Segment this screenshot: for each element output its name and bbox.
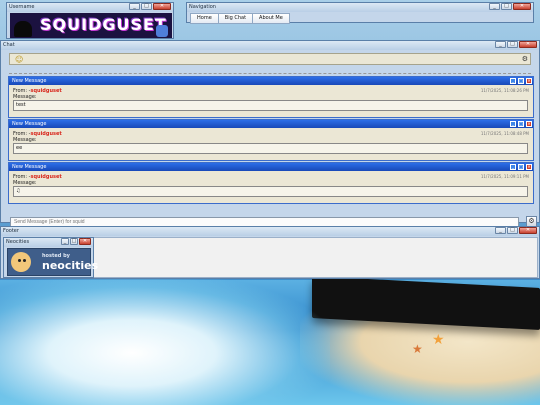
message-timestamp: 11/7/2025, 11:08:48 PM	[480, 131, 529, 136]
neocities-cat-icon	[11, 252, 31, 272]
message-title: New Message	[12, 164, 47, 170]
message-window: New Message _ □ ✕ From: -squidguset 11/7…	[8, 119, 534, 161]
username-window: Username _ □ ✕ SQUIDGUSET	[6, 2, 174, 39]
chat-body: ☺ ⚙ New Message _ □ ✕ From: -squidguset …	[4, 51, 538, 227]
nav-about-me-button[interactable]: About Me	[253, 14, 289, 23]
window-titlebar[interactable]: Neocities _ □ ✕	[4, 238, 93, 247]
neocities-brand: neocities	[42, 259, 99, 272]
gear-icon[interactable]: ⚙	[522, 55, 528, 63]
maximize-button[interactable]: □	[141, 3, 152, 10]
message-body: test	[13, 100, 528, 111]
minimize-button[interactable]: _	[495, 227, 506, 234]
close-button[interactable]: ✕	[526, 121, 532, 127]
close-button[interactable]: ✕	[513, 3, 531, 10]
minimize-button[interactable]: _	[61, 238, 69, 245]
message-titlebar[interactable]: New Message _ □ ✕	[9, 163, 533, 171]
message-window: New Message _ □ ✕ From: -squidguset 11/7…	[8, 76, 534, 118]
logo-creature-icon	[156, 25, 168, 37]
message-title: New Message	[12, 121, 47, 127]
close-button[interactable]: ✕	[79, 238, 91, 245]
maximize-button[interactable]: □	[507, 227, 518, 234]
maximize-button[interactable]: □	[518, 164, 524, 170]
message-title: New Message	[12, 78, 47, 84]
nav-home-button[interactable]: Home	[191, 14, 219, 23]
minimize-button[interactable]: _	[510, 78, 516, 84]
navigation-window: Navigation _ □ ✕ Home Big Chat About Me	[186, 2, 534, 24]
maximize-button[interactable]: □	[501, 3, 512, 10]
nav-bar: Home Big Chat About Me	[190, 13, 290, 24]
starfish-icon: ★	[432, 332, 445, 348]
cat-eye	[23, 259, 26, 262]
message-window: New Message _ □ ✕ From: -squidguset 11/7…	[8, 162, 534, 204]
maximize-button[interactable]: □	[518, 78, 524, 84]
window-titlebar[interactable]: Chat _ □ ✕	[1, 41, 539, 50]
message-timestamp: 11/7/2025, 11:08:26 PM	[480, 88, 529, 93]
nav-big-chat-button[interactable]: Big Chat	[218, 14, 254, 23]
smiley-icon[interactable]: ☺	[15, 55, 23, 64]
window-titlebar[interactable]: Navigation _ □ ✕	[187, 3, 533, 12]
minimize-button[interactable]: _	[129, 3, 140, 10]
maximize-button[interactable]: □	[518, 121, 524, 127]
close-button[interactable]: ✕	[519, 227, 537, 234]
logo-text: SQUIDGUSET	[40, 15, 167, 34]
message-titlebar[interactable]: New Message _ □ ✕	[9, 120, 533, 128]
username-logo: SQUIDGUSET	[10, 13, 172, 38]
minimize-button[interactable]: _	[495, 41, 506, 48]
window-title: Navigation	[189, 4, 216, 10]
cat-eye	[18, 259, 21, 262]
message-body: ee	[13, 143, 528, 154]
window-titlebar[interactable]: Footer _ □ ✕	[1, 227, 539, 236]
chat-window: Chat _ □ ✕ ☺ ⚙ New Message _ □ ✕ From: -…	[0, 40, 540, 227]
close-button[interactable]: ✕	[526, 164, 532, 170]
window-title: Footer	[3, 228, 19, 234]
message-titlebar[interactable]: New Message _ □ ✕	[9, 77, 533, 85]
maximize-button[interactable]: □	[70, 238, 78, 245]
chat-toolbar: ☺ ⚙	[9, 53, 531, 65]
maximize-button[interactable]: □	[507, 41, 518, 48]
starfish-icon: ★	[412, 342, 423, 356]
minimize-button[interactable]: _	[510, 164, 516, 170]
window-title: Chat	[3, 42, 15, 48]
minimize-button[interactable]: _	[510, 121, 516, 127]
window-titlebar[interactable]: Username _ □ ✕	[7, 3, 173, 12]
neocities-badge[interactable]: hosted by neocities	[7, 248, 98, 276]
logo-character-icon	[14, 21, 32, 37]
minimize-button[interactable]: _	[489, 3, 500, 10]
close-button[interactable]: ✕	[519, 41, 537, 48]
window-title: Neocities	[6, 239, 30, 245]
message-timestamp: 11/7/2025, 11:09:11 PM	[480, 174, 529, 179]
close-button[interactable]: ✕	[526, 78, 532, 84]
neocities-window: Neocities _ □ ✕ hosted by neocities	[3, 237, 98, 278]
window-title: Username	[9, 4, 35, 10]
wallpaper-wave	[0, 275, 330, 405]
divider	[9, 73, 531, 74]
close-button[interactable]: ✕	[153, 3, 171, 10]
message-body: ♫	[13, 186, 528, 197]
